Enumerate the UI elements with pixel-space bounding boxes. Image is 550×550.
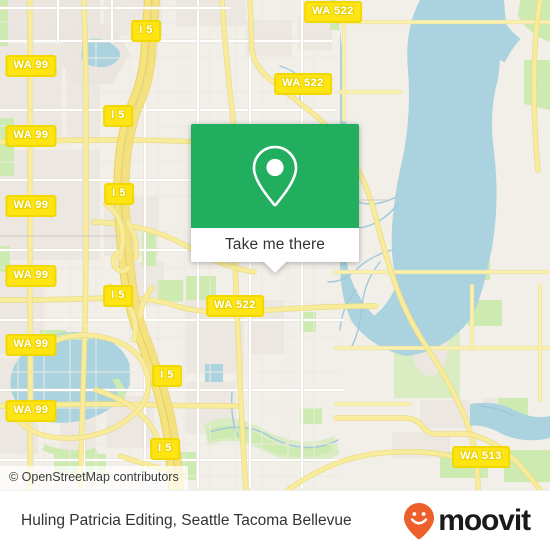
popup-image-panel bbox=[191, 124, 359, 228]
popup-pointer-tail bbox=[264, 262, 286, 273]
highway-shield-wa-522-upper: WA 522 bbox=[274, 73, 332, 95]
highway-shield-wa-99-upper: WA 99 bbox=[5, 125, 57, 147]
location-popup[interactable]: Take me there bbox=[191, 124, 359, 273]
map-pin-icon bbox=[252, 145, 298, 207]
highway-shield-wa-513: WA 513 bbox=[452, 446, 510, 468]
highway-shield-wa-99-low2: WA 99 bbox=[5, 334, 57, 356]
highway-shield-i5-lower: I 5 bbox=[103, 285, 133, 307]
map-attribution[interactable]: © OpenStreetMap contributors bbox=[0, 466, 188, 490]
highway-shield-wa-522-top: WA 522 bbox=[304, 1, 362, 23]
moovit-pin-smiley-icon bbox=[404, 502, 435, 539]
highway-shield-wa-99-mid: WA 99 bbox=[5, 195, 57, 217]
highway-shield-i5-bottom: I 5 bbox=[152, 365, 182, 387]
highway-shield-wa-99-bottom: WA 99 bbox=[5, 400, 57, 422]
moovit-wordmark: moovit bbox=[438, 503, 531, 537]
map-canvas[interactable]: .land { fill:#f2efe9; } .urban { fill:#e… bbox=[0, 0, 550, 490]
highway-shield-wa-99-top: WA 99 bbox=[5, 55, 57, 77]
footer-bar: Huling Patricia Editing, Seattle Tacoma … bbox=[0, 490, 550, 550]
moovit-map-screenshot: .land { fill:#f2efe9; } .urban { fill:#e… bbox=[0, 0, 550, 550]
highway-shield-i5-top: I 5 bbox=[131, 20, 161, 42]
highway-shield-wa-99-lower: WA 99 bbox=[5, 265, 57, 287]
highway-shield-i5-mid: I 5 bbox=[104, 183, 134, 205]
moovit-logo[interactable]: moovit bbox=[402, 502, 531, 540]
highway-shield-wa-522-center: WA 522 bbox=[206, 295, 264, 317]
popup-action-bar[interactable]: Take me there bbox=[191, 228, 359, 273]
location-title: Huling Patricia Editing, Seattle Tacoma … bbox=[21, 511, 352, 529]
highway-shield-i5-upper: I 5 bbox=[103, 105, 133, 127]
take-me-there-button[interactable]: Take me there bbox=[225, 236, 325, 254]
highway-shield-i5-bottom2: I 5 bbox=[150, 438, 180, 460]
